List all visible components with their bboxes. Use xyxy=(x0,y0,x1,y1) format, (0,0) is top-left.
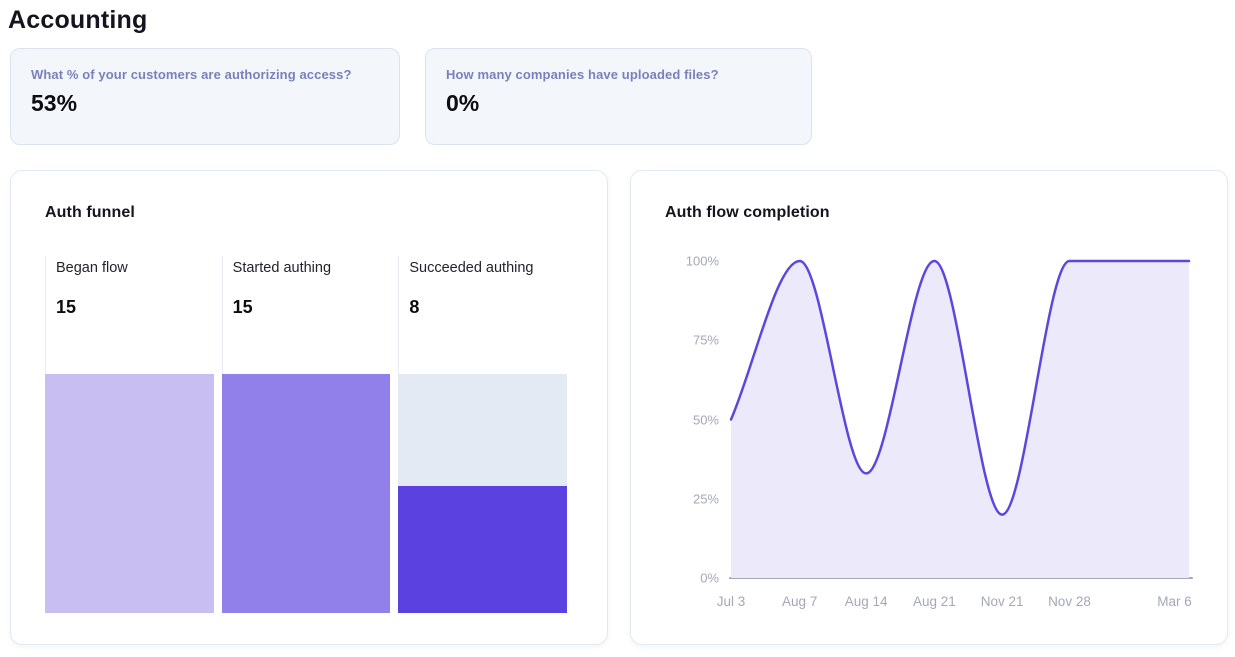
stat-card-authorizing-access: What % of your customers are authorizing… xyxy=(10,48,400,145)
funnel-column-label: Began flow xyxy=(56,260,222,276)
x-axis-tick-label: Nov 28 xyxy=(1048,594,1091,609)
y-axis-tick-label: 25% xyxy=(631,491,719,506)
y-axis-tick-label: 0% xyxy=(631,571,719,586)
stat-card-uploaded-files: How many companies have uploaded files? … xyxy=(425,48,812,145)
stat-card-value: 53% xyxy=(31,90,379,117)
page-title: Accounting xyxy=(8,6,148,35)
funnel-column-value: 15 xyxy=(56,297,222,318)
funnel-bar xyxy=(222,374,391,613)
funnel-column: Began flow 15 xyxy=(45,256,222,613)
stat-card-question: How many companies have uploaded files? xyxy=(446,67,791,82)
funnel-column-label: Succeeded authing xyxy=(409,260,575,276)
funnel-bar xyxy=(45,374,214,613)
auth-flow-completion-panel: Auth flow completion 100% 75% 50% 25% 0% Jul … xyxy=(630,170,1228,645)
dashboard-page: { "page": { "title": "Accounting" }, "st… xyxy=(0,0,1235,657)
funnel-column-value: 8 xyxy=(409,297,575,318)
x-axis-tick-label: Mar 6 xyxy=(1157,594,1192,609)
funnel-column-header: Started authing 15 xyxy=(222,256,399,374)
y-axis-tick-label: 75% xyxy=(631,333,719,348)
x-axis-tick-label: Aug 21 xyxy=(913,594,956,609)
funnel-column-header: Succeeded authing 8 xyxy=(398,256,575,374)
auth-flow-completion-title: Auth flow completion xyxy=(665,204,830,222)
auth-funnel-chart: Began flow15Started authing15Succeeded a… xyxy=(45,256,575,613)
y-axis-tick-label: 50% xyxy=(631,412,719,427)
funnel-column-header: Began flow 15 xyxy=(45,256,222,374)
x-axis-tick-label: Aug 14 xyxy=(845,594,888,609)
funnel-column-value: 15 xyxy=(233,297,399,318)
x-axis-tick-label: Jul 3 xyxy=(717,594,746,609)
area-fill xyxy=(731,261,1189,578)
x-axis-tick-label: Aug 7 xyxy=(782,594,817,609)
funnel-bar-track xyxy=(398,374,567,613)
auth-funnel-title: Auth funnel xyxy=(45,204,135,222)
funnel-bar xyxy=(398,486,567,613)
funnel-bar-track xyxy=(222,374,391,613)
x-axis-tick-label: Nov 21 xyxy=(981,594,1024,609)
auth-funnel-panel: Auth funnel Began flow 15 Started authing 1… xyxy=(10,170,608,645)
funnel-column: Started authing 15 xyxy=(222,256,399,613)
funnel-column-label: Started authing xyxy=(233,260,399,276)
stat-card-question: What % of your customers are authorizing… xyxy=(31,67,379,82)
area-chart-svg xyxy=(731,261,1189,578)
funnel-bar-track xyxy=(45,374,214,613)
funnel-column: Succeeded authing 8 xyxy=(398,256,575,613)
y-axis-tick-label: 100% xyxy=(631,254,719,269)
stat-card-value: 0% xyxy=(446,90,791,117)
